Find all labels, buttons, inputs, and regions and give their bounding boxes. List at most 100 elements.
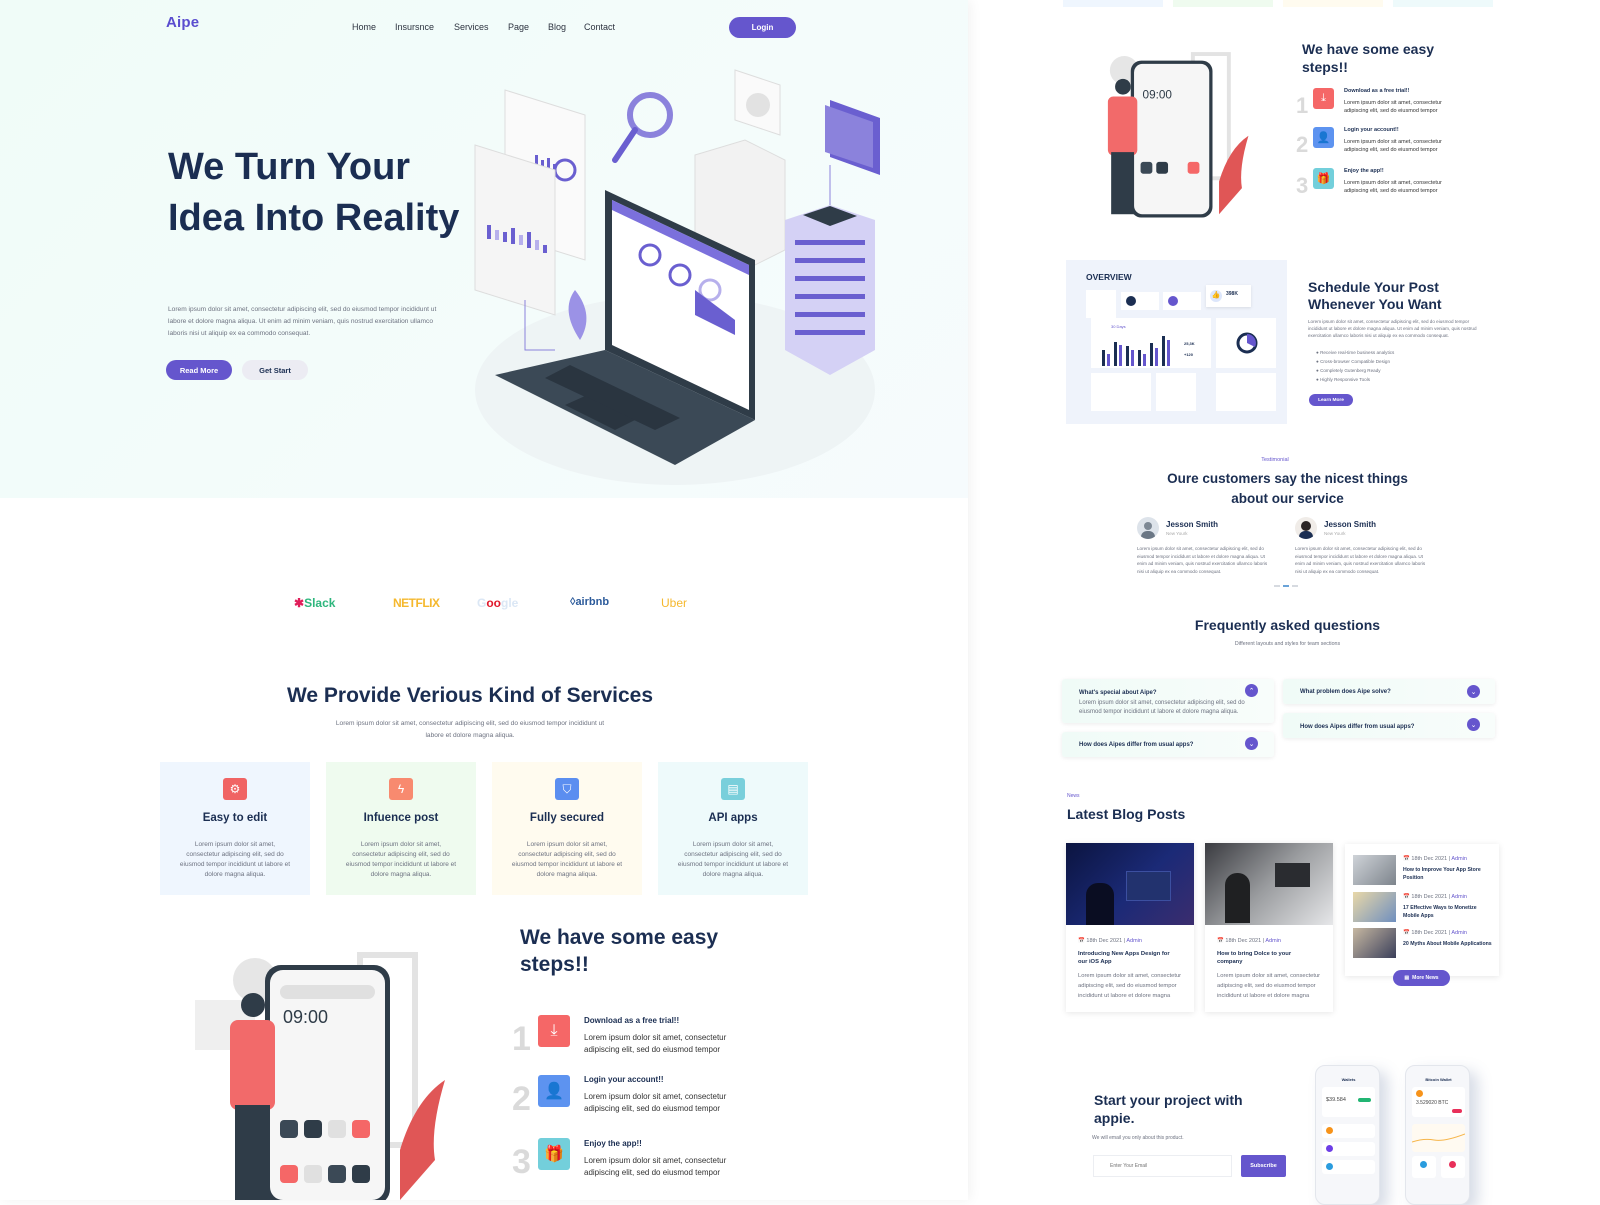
brand-google: Google xyxy=(477,596,519,610)
blog-list-card: 📅 18th Dec 2021 | Admin How to Improve Y… xyxy=(1345,844,1499,976)
download-icon: ⤓ xyxy=(1313,88,1334,109)
blog-title: Latest Blog Posts xyxy=(1067,806,1186,822)
calendar-icon: 📅 xyxy=(1403,894,1410,900)
phone-person-illustration: 09:00 xyxy=(195,952,445,1200)
schedule-features-list: ● Receive real-time business analytics ●… xyxy=(1316,348,1394,384)
carousel-dot[interactable] xyxy=(1274,585,1280,587)
gift-icon: 🎁 xyxy=(538,1138,570,1170)
blog-image xyxy=(1205,843,1333,925)
service-card-easy-to-edit[interactable]: ⚙ Easy to edit Lorem ipsum dolor sit ame… xyxy=(160,762,310,895)
faq-subtitle: Different layouts and styles for team se… xyxy=(1234,641,1341,647)
faq-item[interactable]: What problem does Aipe solve? ⌄ xyxy=(1283,679,1495,704)
phone-person-illustration-mini: 09:00 xyxy=(1107,52,1249,218)
magnifier-icon xyxy=(612,92,673,163)
shield-check-icon: ⛉ xyxy=(555,778,579,800)
login-button[interactable]: Login xyxy=(729,17,796,38)
phone-clock: 09:00 xyxy=(283,1007,328,1027)
schedule-title: Schedule Your Post Whenever You Want xyxy=(1308,279,1442,312)
service-card-influence-post[interactable]: ϟ Infuence post Lorem ipsum dolor sit am… xyxy=(326,762,476,895)
blog-card[interactable]: 📅 18th Dec 2021 | Admin How to bring Dol… xyxy=(1205,843,1333,1012)
phone-mockup-bitcoin-wallet: Bitcoin Wallet 3.529020 BTC xyxy=(1405,1065,1470,1205)
calendar-icon: 📅 xyxy=(1403,930,1410,936)
server-stack-icon xyxy=(785,205,875,375)
cta-title: Start your project with appie. xyxy=(1094,1092,1243,1126)
laptop-server-illustration xyxy=(474,69,880,485)
svg-text:09:00: 09:00 xyxy=(1143,89,1173,102)
hero-description: Lorem ipsum dolor sit amet, consectetur … xyxy=(168,306,437,337)
chevron-up-icon[interactable]: ⌃ xyxy=(1245,684,1258,697)
lightning-icon: ϟ xyxy=(389,778,413,800)
feature-item: ● Cross-browser Compatible Design xyxy=(1316,359,1391,364)
logo[interactable]: Aipe xyxy=(166,14,199,31)
testimonial-title: Oure customers say the nicest things abo… xyxy=(1167,471,1408,506)
service-card-fully-secured[interactable]: ⛉ Fully secured Lorem ipsum dolor sit am… xyxy=(492,762,642,895)
faq-item[interactable]: How does Aipes differ from usual apps? ⌄ xyxy=(1062,732,1274,757)
nav-page[interactable]: Page xyxy=(508,22,529,32)
faq-item[interactable]: How does Aipes differ from usual apps? ⌄ xyxy=(1283,713,1495,738)
user-icon: 👤 xyxy=(538,1075,570,1107)
feature-item: ● Highly Responsive Tools xyxy=(1316,377,1371,382)
folder-icon xyxy=(825,100,880,205)
blog-eyebrow: News xyxy=(1067,793,1080,799)
faq-title: Frequently asked questions xyxy=(1194,617,1381,633)
get-start-button[interactable]: Get Start xyxy=(242,360,308,380)
blog-image xyxy=(1066,843,1194,925)
news-icon: ▤ xyxy=(1404,975,1410,981)
chevron-down-icon[interactable]: ⌄ xyxy=(1467,685,1480,698)
carousel-dot[interactable] xyxy=(1292,585,1298,587)
schedule-description: Lorem ipsum dolor sit amet, consectetur … xyxy=(1308,319,1477,338)
hero-title: We Turn Your Idea Into Reality xyxy=(168,146,460,239)
carousel-dot-active[interactable] xyxy=(1283,585,1289,587)
service-card-api-apps[interactable]: ▤ API apps Lorem ipsum dolor sit amet, c… xyxy=(658,762,808,895)
steps-title: We have some easy steps!! xyxy=(520,926,719,976)
donut-chart xyxy=(1236,332,1258,354)
steps-title-mini: We have some easy steps!! xyxy=(1302,41,1435,75)
calendar-icon: 📅 xyxy=(1078,938,1085,944)
phone-mockup-wallets: Wallets $39.584 xyxy=(1315,1065,1380,1205)
nav-blog[interactable]: Blog xyxy=(548,22,566,32)
overview-label: OVERVIEW xyxy=(1086,272,1132,282)
brand-slack: ✱Slack xyxy=(294,596,336,610)
avatar xyxy=(1295,517,1317,539)
brand-netflix: NETFLIX xyxy=(393,596,440,610)
brand-airbnb: ◊airbnb xyxy=(570,596,610,608)
pie-chart-bubble-icon xyxy=(734,69,781,136)
learn-more-button[interactable]: Learn More xyxy=(1309,394,1353,406)
blog-thumbnail xyxy=(1353,892,1396,922)
hero-section: Aipe Home Insursnce Services Page Blog C… xyxy=(0,0,968,498)
services-title: We Provide Verious Kind of Services xyxy=(286,684,654,707)
carousel-dots xyxy=(1274,585,1298,587)
overview-bar-chart xyxy=(1102,336,1170,366)
avatar xyxy=(1137,517,1159,539)
read-more-button[interactable]: Read More xyxy=(166,360,232,380)
services-subtitle: Lorem ipsum dolor sit amet, consectetur … xyxy=(335,720,605,739)
nav-contact[interactable]: Contact xyxy=(584,22,615,32)
slack-icon: ✱ xyxy=(294,596,305,610)
download-icon: ⤓ xyxy=(538,1015,570,1047)
thumbs-up-icon: 👍 xyxy=(1210,290,1222,302)
more-news-button[interactable]: ▤ More News xyxy=(1393,970,1450,986)
calendar-icon: 📅 xyxy=(1403,856,1410,862)
nav-insurance[interactable]: Insursnce xyxy=(395,22,434,32)
landing-page-left: Aipe Home Insursnce Services Page Blog C… xyxy=(0,0,968,1200)
nav-services[interactable]: Services xyxy=(454,22,489,32)
cta-subtitle: We will email you only about this produc… xyxy=(1092,1135,1184,1141)
api-window-icon: ▤ xyxy=(721,778,745,800)
gear-icon: ⚙ xyxy=(223,778,247,800)
email-input[interactable] xyxy=(1093,1155,1232,1177)
nav-home[interactable]: Home xyxy=(352,22,376,32)
user-icon: 👤 xyxy=(1313,127,1334,148)
faq-item-open[interactable]: What's special about Aipe? Lorem ipsum d… xyxy=(1062,679,1274,723)
chevron-down-icon[interactable]: ⌄ xyxy=(1467,718,1480,731)
feature-item: ● Receive real-time business analytics xyxy=(1316,350,1395,355)
blog-card[interactable]: 📅 18th Dec 2021 | Admin Introducing New … xyxy=(1066,843,1194,1012)
testimonial-eyebrow: Testimonial xyxy=(1261,457,1289,463)
brand-uber: Uber xyxy=(661,596,688,610)
subscribe-button[interactable]: Subscribe xyxy=(1241,1155,1286,1177)
chevron-down-icon[interactable]: ⌄ xyxy=(1245,737,1258,750)
blog-thumbnail xyxy=(1353,855,1396,885)
calendar-icon: 📅 xyxy=(1217,938,1224,944)
overview-dashboard: OVERVIEW 👍 398K 30 Days 25,3K +120 xyxy=(1066,260,1287,424)
blog-thumbnail xyxy=(1353,928,1396,958)
gift-icon: 🎁 xyxy=(1313,168,1334,189)
